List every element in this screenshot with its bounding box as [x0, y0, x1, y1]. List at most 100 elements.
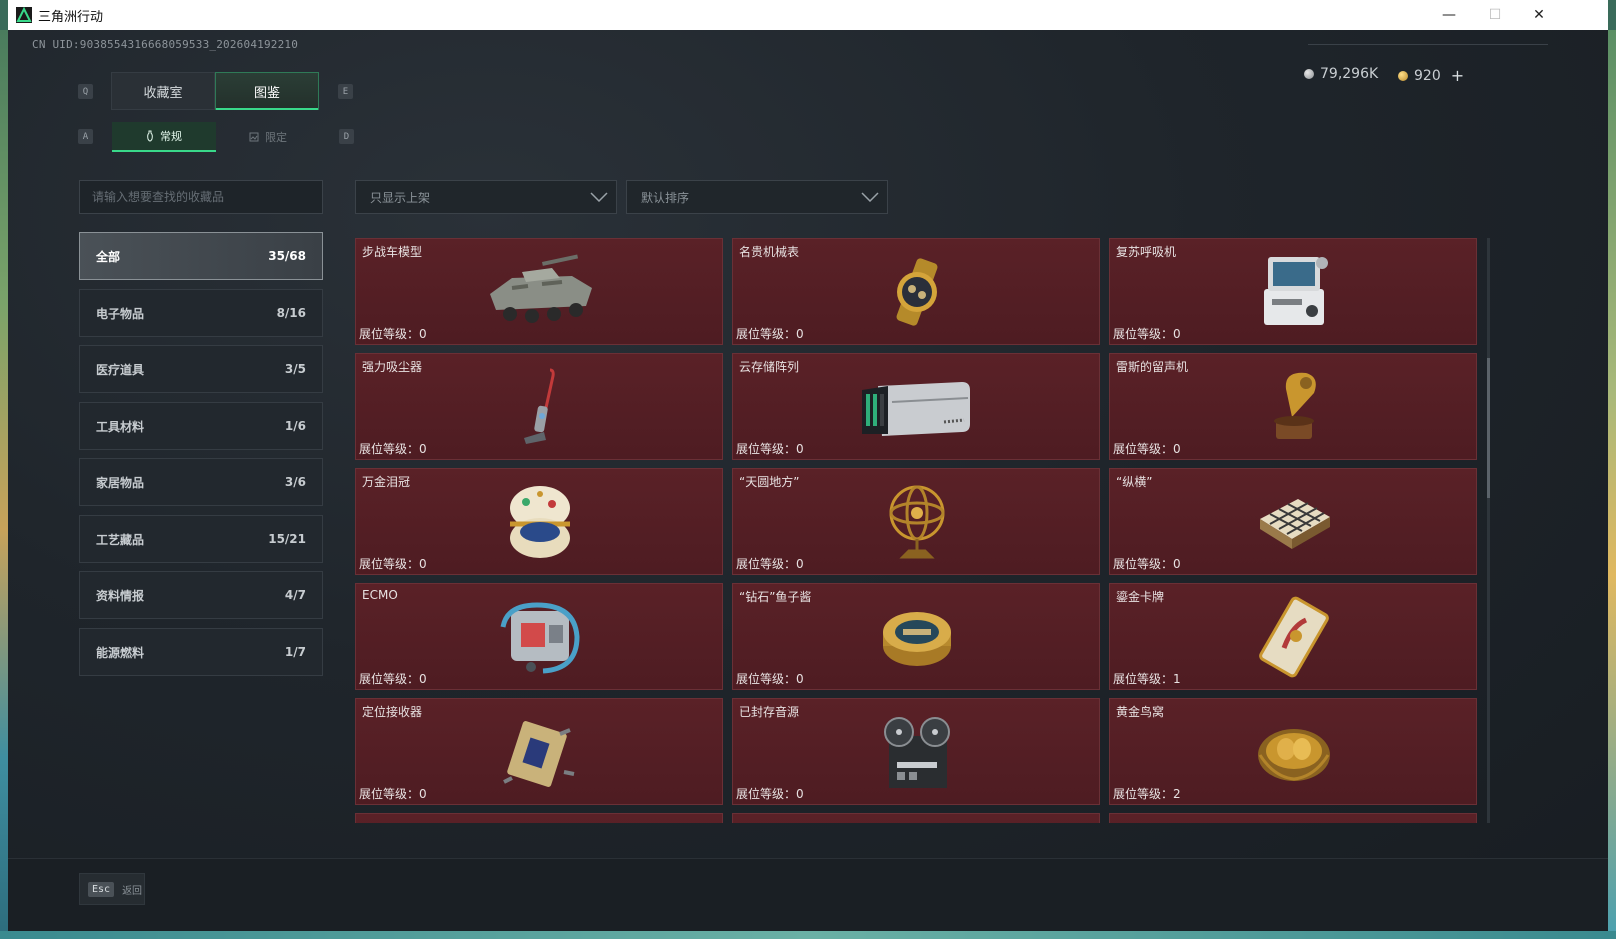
category-name: 家居物品: [96, 475, 145, 490]
item-card[interactable]: 复苏呼吸机 展位等级：0: [1109, 238, 1477, 345]
item-name: 万金泪冠: [362, 475, 411, 489]
item-card[interactable]: 云存储阵列 展位等级：0: [732, 353, 1100, 460]
add-currency-button[interactable]: +: [1451, 66, 1464, 85]
display-filter-value: 只显示上架: [370, 190, 431, 205]
footer-bar: Esc 返回: [8, 858, 1608, 931]
chevron-down-icon: [861, 192, 879, 202]
silver-currency: 79,296K: [1304, 66, 1378, 82]
item-card[interactable]: “钻石”鱼子酱 展位等级：0: [732, 583, 1100, 690]
chevron-down-icon: [590, 192, 608, 202]
window-title: 三角洲行动: [38, 10, 104, 25]
desktop-background-left: [0, 30, 8, 939]
silver-amount: 79,296K: [1320, 66, 1379, 82]
frame-icon: [249, 132, 259, 142]
vacuum-cleaner-icon: [480, 366, 600, 448]
category-count: 1/7: [284, 645, 306, 659]
category-household[interactable]: 家居物品 3/6: [79, 458, 323, 506]
maximize-button[interactable]: ☐: [1472, 0, 1518, 30]
silver-coin-icon: [1304, 69, 1314, 79]
item-level: 展位等级：0: [359, 557, 427, 571]
search-input[interactable]: [79, 180, 323, 214]
close-button[interactable]: ✕: [1516, 0, 1562, 30]
category-count: 3/6: [284, 475, 306, 489]
item-card[interactable]: 鎏金卡牌 展位等级：1: [1109, 583, 1477, 690]
category-name: 资料情报: [96, 588, 145, 603]
item-name: 复苏呼吸机: [1116, 245, 1177, 259]
category-count: 15/21: [268, 532, 306, 546]
item-card[interactable]: 万金泪冠 展位等级：0: [355, 468, 723, 575]
back-button[interactable]: Esc 返回: [79, 873, 145, 905]
item-card[interactable]: 步战车模型 展位等级：0: [355, 238, 723, 345]
item-card[interactable]: [732, 813, 1100, 823]
vase-icon: [147, 130, 153, 142]
esc-key-icon: Esc: [88, 881, 115, 897]
item-card[interactable]: 已封存音源 展位等级：0: [732, 698, 1100, 805]
sort-dropdown[interactable]: 默认排序: [626, 180, 888, 214]
category-count: 4/7: [284, 588, 306, 602]
item-card[interactable]: 强力吸尘器 展位等级：0: [355, 353, 723, 460]
category-intel[interactable]: 资料情报 4/7: [79, 571, 323, 619]
golden-nest-icon: [1234, 711, 1354, 793]
item-card[interactable]: ECMO 展位等级：0: [355, 583, 723, 690]
ventilator-icon: [1234, 251, 1354, 333]
grid-scrollbar[interactable]: [1487, 238, 1490, 823]
category-fuel[interactable]: 能源燃料 1/7: [79, 628, 323, 676]
item-name: “天圆地方”: [739, 475, 800, 489]
item-card[interactable]: 定位接收器 展位等级：0: [355, 698, 723, 805]
item-card[interactable]: 黄金鸟窝 展位等级：2: [1109, 698, 1477, 805]
item-level: 展位等级：0: [736, 557, 804, 571]
luxury-watch-icon: [857, 251, 977, 333]
game-window: 三角洲行动 — ☐ ✕ CN UID:9038554316668059533_2…: [8, 0, 1608, 931]
item-level: 展位等级：0: [736, 787, 804, 801]
category-count: 1/6: [284, 419, 306, 433]
item-level: 展位等级：0: [736, 442, 804, 456]
chess-board-icon: [1234, 481, 1354, 563]
jeweled-egg-icon: [480, 481, 600, 563]
category-name: 工艺藏品: [96, 532, 145, 547]
item-name: “纵横”: [1116, 475, 1153, 489]
category-count: 35/68: [268, 249, 306, 263]
category-tools[interactable]: 工具材料 1/6: [79, 402, 323, 450]
category-electronics[interactable]: 电子物品 8/16: [79, 289, 323, 337]
item-name: 定位接收器: [362, 705, 423, 719]
key-hint-a: A: [78, 129, 93, 144]
item-card[interactable]: “纵横” 展位等级：0: [1109, 468, 1477, 575]
header-divider: [1308, 44, 1548, 45]
category-crafts[interactable]: 工艺藏品 15/21: [79, 515, 323, 563]
desktop-background-right: [1608, 30, 1616, 939]
item-name: 云存储阵列: [739, 360, 800, 374]
display-filter-dropdown[interactable]: 只显示上架: [355, 180, 617, 214]
subtab-limited-label: 限定: [265, 131, 287, 144]
category-name: 电子物品: [96, 306, 145, 321]
item-level: 展位等级：0: [359, 327, 427, 341]
item-level: 展位等级：1: [1113, 672, 1181, 686]
minimize-button[interactable]: —: [1426, 0, 1472, 30]
item-card[interactable]: [355, 813, 723, 823]
item-level: 展位等级：0: [736, 672, 804, 686]
item-level: 展位等级：0: [359, 787, 427, 801]
subtab-limited[interactable]: 限定: [216, 122, 320, 152]
category-medical[interactable]: 医疗道具 3/5: [79, 345, 323, 393]
desktop-background-bottom: [0, 931, 1616, 939]
item-card[interactable]: 雷斯的留声机 展位等级：0: [1109, 353, 1477, 460]
item-level: 展位等级：0: [1113, 557, 1181, 571]
item-name: 名贵机械表: [739, 245, 800, 259]
item-card[interactable]: 名贵机械表 展位等级：0: [732, 238, 1100, 345]
item-level: 展位等级：2: [1113, 787, 1181, 801]
scrollbar-thumb[interactable]: [1487, 358, 1490, 498]
storage-array-icon: [857, 366, 977, 448]
item-grid: 步战车模型 展位等级：0 名贵机械表 展位等级：0 复苏呼吸机 展位等级：0 强…: [355, 238, 1495, 823]
item-card[interactable]: “天圆地方” 展位等级：0: [732, 468, 1100, 575]
category-all[interactable]: 全部 35/68: [79, 232, 323, 280]
category-name: 能源燃料: [96, 645, 145, 660]
item-name: 雷斯的留声机: [1116, 360, 1189, 374]
item-level: 展位等级：0: [359, 442, 427, 456]
item-level: 展位等级：0: [359, 672, 427, 686]
key-hint-e: E: [338, 84, 353, 99]
item-name: 已封存音源: [739, 705, 800, 719]
tab-catalog[interactable]: 图鉴: [215, 72, 319, 110]
item-card[interactable]: [1109, 813, 1477, 823]
subtab-regular[interactable]: 常规: [112, 122, 216, 152]
back-label: 返回: [122, 885, 143, 897]
tab-collection-room[interactable]: 收藏室: [111, 72, 215, 110]
